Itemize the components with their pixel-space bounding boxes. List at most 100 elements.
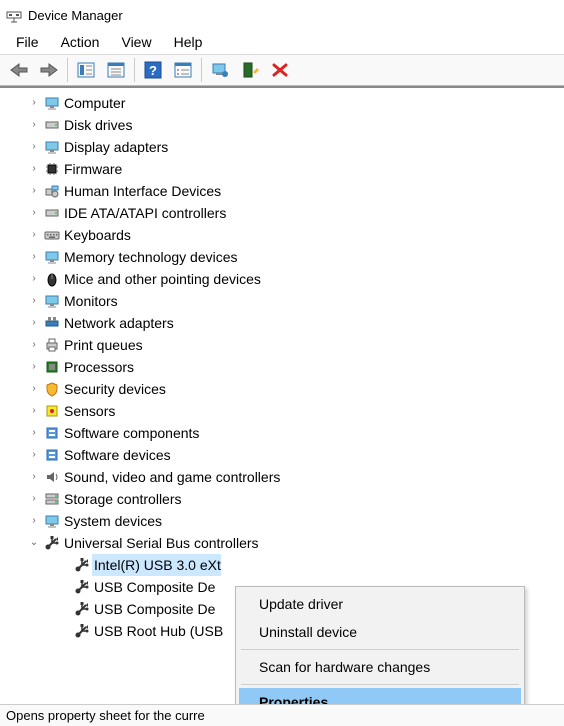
tree-item[interactable]: ›Sound, video and game controllers <box>0 466 564 488</box>
tree-item[interactable]: ›Monitors <box>0 290 564 312</box>
chevron-right-icon[interactable]: › <box>26 268 42 290</box>
tree-item[interactable]: › IDE ATA/ATAPI controllers <box>0 202 564 224</box>
context-menu: Update driverUninstall device Scan for ha… <box>235 586 525 720</box>
drive-icon <box>42 116 62 134</box>
tree-item-label: Keyboards <box>62 224 131 246</box>
tree-item[interactable]: › Firmware <box>0 158 564 180</box>
monitor-icon <box>42 94 62 112</box>
cpu-icon <box>42 358 62 376</box>
menu-file[interactable]: File <box>6 32 49 52</box>
tree-item[interactable]: ›Computer <box>0 92 564 114</box>
tree-item[interactable]: › Network adapters <box>0 312 564 334</box>
menu-help[interactable]: Help <box>164 32 213 52</box>
chevron-right-icon[interactable]: › <box>26 92 42 114</box>
sensor-icon <box>42 402 62 420</box>
tree-item[interactable]: ⌄Universal Serial Bus controllers <box>0 532 564 554</box>
tree-item[interactable]: › Print queues <box>0 334 564 356</box>
usb-icon <box>72 578 92 596</box>
chevron-right-icon[interactable]: › <box>26 400 42 422</box>
back-button[interactable] <box>4 56 34 84</box>
chevron-right-icon[interactable]: › <box>26 136 42 158</box>
chevron-right-icon[interactable]: › <box>26 488 42 510</box>
chevron-down-icon[interactable]: ⌄ <box>26 532 42 554</box>
tree-item-label: Intel(R) USB 3.0 eXt <box>92 554 221 576</box>
tree-item-label: Firmware <box>62 158 122 180</box>
chevron-right-icon[interactable]: › <box>26 378 42 400</box>
chevron-right-icon[interactable] <box>56 620 72 642</box>
app-icon <box>6 7 22 23</box>
usb-icon <box>72 622 92 640</box>
chevron-right-icon[interactable]: › <box>26 224 42 246</box>
keyboard-icon <box>42 226 62 244</box>
chevron-right-icon[interactable]: › <box>26 246 42 268</box>
context-menu-item[interactable]: Scan for hardware changes <box>239 653 521 681</box>
action-list-button[interactable] <box>168 56 198 84</box>
tree-item-label: Software components <box>62 422 199 444</box>
context-menu-separator <box>241 649 519 650</box>
show-hide-tree-button[interactable] <box>71 56 101 84</box>
toolbar-separator <box>201 58 202 82</box>
chevron-right-icon[interactable]: › <box>26 180 42 202</box>
chevron-right-icon[interactable]: › <box>26 422 42 444</box>
net-icon <box>42 314 62 332</box>
chevron-right-icon[interactable] <box>56 576 72 598</box>
monitor-icon <box>42 292 62 310</box>
chevron-right-icon[interactable]: › <box>26 114 42 136</box>
chevron-right-icon[interactable]: › <box>26 158 42 180</box>
tree-item-label: USB Root Hub (USB <box>92 620 223 642</box>
tree-item[interactable]: ›Processors <box>0 356 564 378</box>
chevron-right-icon[interactable] <box>56 598 72 620</box>
storage-icon <box>42 490 62 508</box>
update-driver-button[interactable] <box>205 56 235 84</box>
tree-item[interactable]: ›Sensors <box>0 400 564 422</box>
tree-item[interactable]: ›Software devices <box>0 444 564 466</box>
tree-item[interactable]: Intel(R) USB 3.0 eXt <box>0 554 564 576</box>
context-menu-item[interactable]: Update driver <box>239 590 521 618</box>
context-menu-item[interactable]: Uninstall device <box>239 618 521 646</box>
chevron-right-icon[interactable] <box>56 554 72 576</box>
tree-item-label: Print queues <box>62 334 143 356</box>
chevron-right-icon[interactable]: › <box>26 466 42 488</box>
tree-item[interactable]: ›Mice and other pointing devices <box>0 268 564 290</box>
tree-item[interactable]: › Software components <box>0 422 564 444</box>
tree-item-label: IDE ATA/ATAPI controllers <box>62 202 226 224</box>
tree-item[interactable]: › Security devices <box>0 378 564 400</box>
tree-item[interactable]: ›Display adapters <box>0 136 564 158</box>
tree-item-label: Human Interface Devices <box>62 180 221 202</box>
window-title: Device Manager <box>28 8 123 23</box>
tree-item[interactable]: ›Storage controllers <box>0 488 564 510</box>
usb-icon <box>72 600 92 618</box>
forward-button[interactable] <box>34 56 64 84</box>
menu-action[interactable]: Action <box>51 32 110 52</box>
device-tree[interactable]: ›Computer›Disk drives›Display adapters›F… <box>0 86 564 646</box>
monitor-icon <box>42 248 62 266</box>
monitor-icon <box>42 512 62 530</box>
sound-icon <box>42 468 62 486</box>
tree-item-label: Network adapters <box>62 312 174 334</box>
chevron-right-icon[interactable]: › <box>26 290 42 312</box>
tree-item[interactable]: › Keyboards <box>0 224 564 246</box>
toolbar-separator <box>67 58 68 82</box>
menu-view[interactable]: View <box>111 32 161 52</box>
tree-item-label: Security devices <box>62 378 166 400</box>
chevron-right-icon[interactable]: › <box>26 356 42 378</box>
toolbar: ? <box>0 54 564 86</box>
uninstall-button[interactable] <box>265 56 295 84</box>
tree-item[interactable]: ›System devices <box>0 510 564 532</box>
chevron-right-icon[interactable]: › <box>26 202 42 224</box>
help-button[interactable]: ? <box>138 56 168 84</box>
monitor-icon <box>42 138 62 156</box>
tree-item[interactable]: › Human Interface Devices <box>0 180 564 202</box>
chevron-right-icon[interactable]: › <box>26 510 42 532</box>
tree-item[interactable]: › Disk drives <box>0 114 564 136</box>
chevron-right-icon[interactable]: › <box>26 444 42 466</box>
properties-button[interactable] <box>101 56 131 84</box>
tree-item[interactable]: ›Memory technology devices <box>0 246 564 268</box>
usb-icon <box>42 534 62 552</box>
chevron-right-icon[interactable]: › <box>26 334 42 356</box>
context-menu-separator <box>241 684 519 685</box>
chevron-right-icon[interactable]: › <box>26 312 42 334</box>
scan-hardware-button[interactable] <box>235 56 265 84</box>
tree-item-label: Disk drives <box>62 114 132 136</box>
menubar: File Action View Help <box>0 30 564 54</box>
